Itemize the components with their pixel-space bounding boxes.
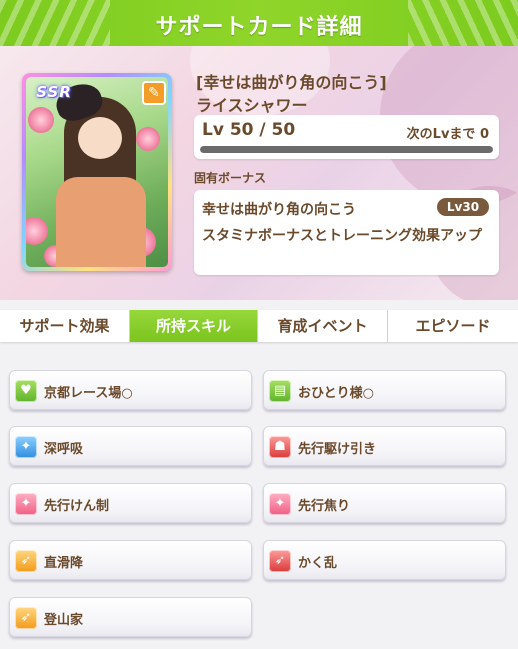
- skill-item[interactable]: ➶ 登山家: [9, 597, 252, 637]
- unique-bonus-level-badge: Lv30: [437, 198, 489, 216]
- skill-item[interactable]: ▤ おひとり様○: [263, 370, 506, 410]
- page-title: サポートカード詳細: [155, 15, 363, 40]
- rose-decoration: [136, 127, 160, 151]
- skill-item[interactable]: ✦ 先行けん制: [9, 483, 252, 523]
- skill-name: おひとり様○: [298, 386, 374, 401]
- rarity-badge: SSR: [36, 83, 72, 101]
- header-bar: サポートカード詳細: [0, 0, 518, 46]
- rose-decoration: [26, 217, 48, 245]
- runner-icon: ➶: [269, 550, 291, 572]
- card-title: [幸せは曲がり角の向こう]: [196, 73, 387, 92]
- tab-episodes[interactable]: エピソード: [388, 310, 518, 342]
- devil-icon: ☗: [269, 436, 291, 458]
- card-artwork: [26, 77, 168, 267]
- skill-name: 京都レース場○: [44, 386, 133, 401]
- level-progress-bar: [200, 146, 493, 153]
- tab-training-events[interactable]: 育成イベント: [258, 310, 388, 342]
- sparkle-icon: ✦: [15, 436, 37, 458]
- tab-owned-skills[interactable]: 所持スキル: [130, 310, 258, 342]
- level-progress-fill: [200, 146, 493, 153]
- support-card-image[interactable]: SSR ✎: [22, 73, 172, 271]
- runner-icon: ➶: [15, 550, 37, 572]
- level-panel: Lv 50 / 50 次のLvまで 0: [194, 115, 499, 159]
- tab-support-effect[interactable]: サポート効果: [0, 310, 130, 342]
- skill-name: 登山家: [44, 613, 84, 628]
- skill-item[interactable]: ➶ かく乱: [263, 540, 506, 580]
- unique-bonus-heading: 固有ボーナス: [194, 171, 267, 185]
- skill-item[interactable]: ✦ 先行焦り: [263, 483, 506, 523]
- skill-name: かく乱: [298, 556, 338, 571]
- unique-bonus-description: スタミナボーナスとトレーニング効果アップ: [202, 228, 482, 244]
- character-coat: [56, 177, 146, 267]
- sparkle-icon: ✦: [269, 493, 291, 515]
- level-text: Lv 50 / 50: [202, 120, 296, 140]
- power-flex-icon: ✎: [142, 81, 166, 105]
- next-level-text: 次のLvまで 0: [406, 127, 489, 142]
- skill-name: 深呼吸: [44, 442, 84, 457]
- lone-runner-icon: ▤: [269, 380, 291, 402]
- skill-item[interactable]: ➶ 直滑降: [9, 540, 252, 580]
- heart-icon: ♥: [15, 380, 37, 402]
- skill-name: 先行けん制: [44, 499, 110, 514]
- skill-name: 直滑降: [44, 556, 84, 571]
- rose-decoration: [28, 107, 54, 133]
- skill-item[interactable]: ♥ 京都レース場○: [9, 370, 252, 410]
- skill-item[interactable]: ✦ 深呼吸: [9, 426, 252, 466]
- skills-list: ♥ 京都レース場○ ▤ おひとり様○ ✦ 深呼吸 ☗ 先行駆け引き ✦ 先行けん…: [0, 352, 518, 649]
- tab-bar: サポート効果 所持スキル 育成イベント エピソード: [0, 310, 518, 342]
- sparkle-icon: ✦: [15, 493, 37, 515]
- skill-name: 先行駆け引き: [298, 442, 377, 457]
- skill-name: 先行焦り: [298, 499, 351, 514]
- character-face: [78, 117, 122, 159]
- unique-bonus-panel: 幸せは曲がり角の向こう Lv30 スタミナボーナスとトレーニング効果アップ: [194, 190, 499, 275]
- skill-item[interactable]: ☗ 先行駆け引き: [263, 426, 506, 466]
- unique-bonus-name: 幸せは曲がり角の向こう: [202, 202, 356, 218]
- character-name: ライスシャワー: [196, 96, 308, 115]
- runner-icon: ➶: [15, 607, 37, 629]
